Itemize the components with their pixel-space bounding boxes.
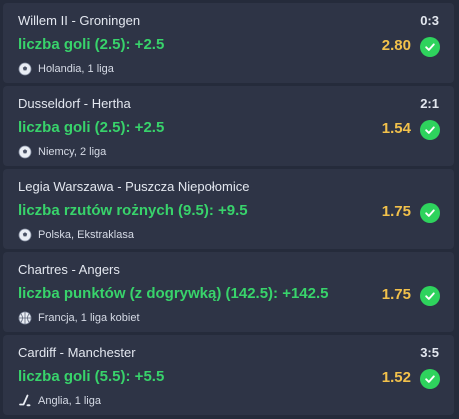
bet-card[interactable]: Willem II - Groningen 0:3 liczba goli (2… — [3, 3, 454, 83]
bet-selection: liczba goli (5.5): +5.5 — [18, 368, 165, 385]
match-score: 2:1 — [420, 96, 439, 111]
bet-odds: 1.52 — [381, 369, 411, 386]
basketball-icon — [18, 311, 32, 325]
check-icon — [420, 120, 440, 140]
league-name: Polska, Ekstraklasa — [38, 229, 134, 241]
check-icon — [420, 286, 440, 306]
league-name: Francja, 1 liga kobiet — [38, 312, 140, 324]
bet-card[interactable]: Legia Warszawa - Puszcza Niepołomice lic… — [3, 169, 454, 249]
check-icon — [420, 369, 440, 389]
check-icon — [420, 37, 440, 57]
bet-selection: liczba rzutów rożnych (9.5): +9.5 — [18, 202, 248, 219]
check-icon — [420, 203, 440, 223]
match-title: Legia Warszawa - Puszcza Niepołomice — [18, 179, 250, 194]
league-name: Niemcy, 2 liga — [38, 146, 107, 158]
bet-card[interactable]: Cardiff - Manchester 3:5 liczba goli (5.… — [3, 335, 454, 415]
league-name: Holandia, 1 liga — [38, 63, 114, 75]
soccer-ball-icon — [18, 228, 32, 242]
hockey-stick-icon — [18, 394, 32, 408]
match-title: Willem II - Groningen — [18, 13, 141, 28]
match-score: 0:3 — [420, 13, 439, 28]
bet-selection: liczba punktów (z dogrywką) (142.5): +14… — [18, 285, 329, 302]
match-title: Chartres - Angers — [18, 262, 120, 277]
league-info: Francja, 1 liga kobiet — [18, 311, 140, 325]
bet-card[interactable]: Chartres - Angers liczba punktów (z dogr… — [3, 252, 454, 332]
bet-odds: 1.54 — [381, 120, 411, 137]
league-info: Polska, Ekstraklasa — [18, 228, 134, 242]
bet-selection: liczba goli (2.5): +2.5 — [18, 36, 165, 53]
bet-list: Willem II - Groningen 0:3 liczba goli (2… — [3, 3, 454, 416]
match-title: Cardiff - Manchester — [18, 345, 136, 360]
bet-odds: 1.75 — [381, 286, 411, 303]
league-name: Anglia, 1 liga — [38, 395, 101, 407]
match-title: Dusseldorf - Hertha — [18, 96, 131, 111]
soccer-ball-icon — [18, 62, 32, 76]
bet-selection: liczba goli (2.5): +2.5 — [18, 119, 165, 136]
league-info: Holandia, 1 liga — [18, 62, 114, 76]
bet-odds: 2.80 — [381, 37, 411, 54]
match-score: 3:5 — [420, 345, 439, 360]
bet-card[interactable]: Dusseldorf - Hertha 2:1 liczba goli (2.5… — [3, 86, 454, 166]
bet-odds: 1.75 — [381, 203, 411, 220]
league-info: Anglia, 1 liga — [18, 394, 101, 408]
bet-slip-panel: Willem II - Groningen 0:3 liczba goli (2… — [0, 0, 459, 419]
soccer-ball-icon — [18, 145, 32, 159]
league-info: Niemcy, 2 liga — [18, 145, 106, 159]
